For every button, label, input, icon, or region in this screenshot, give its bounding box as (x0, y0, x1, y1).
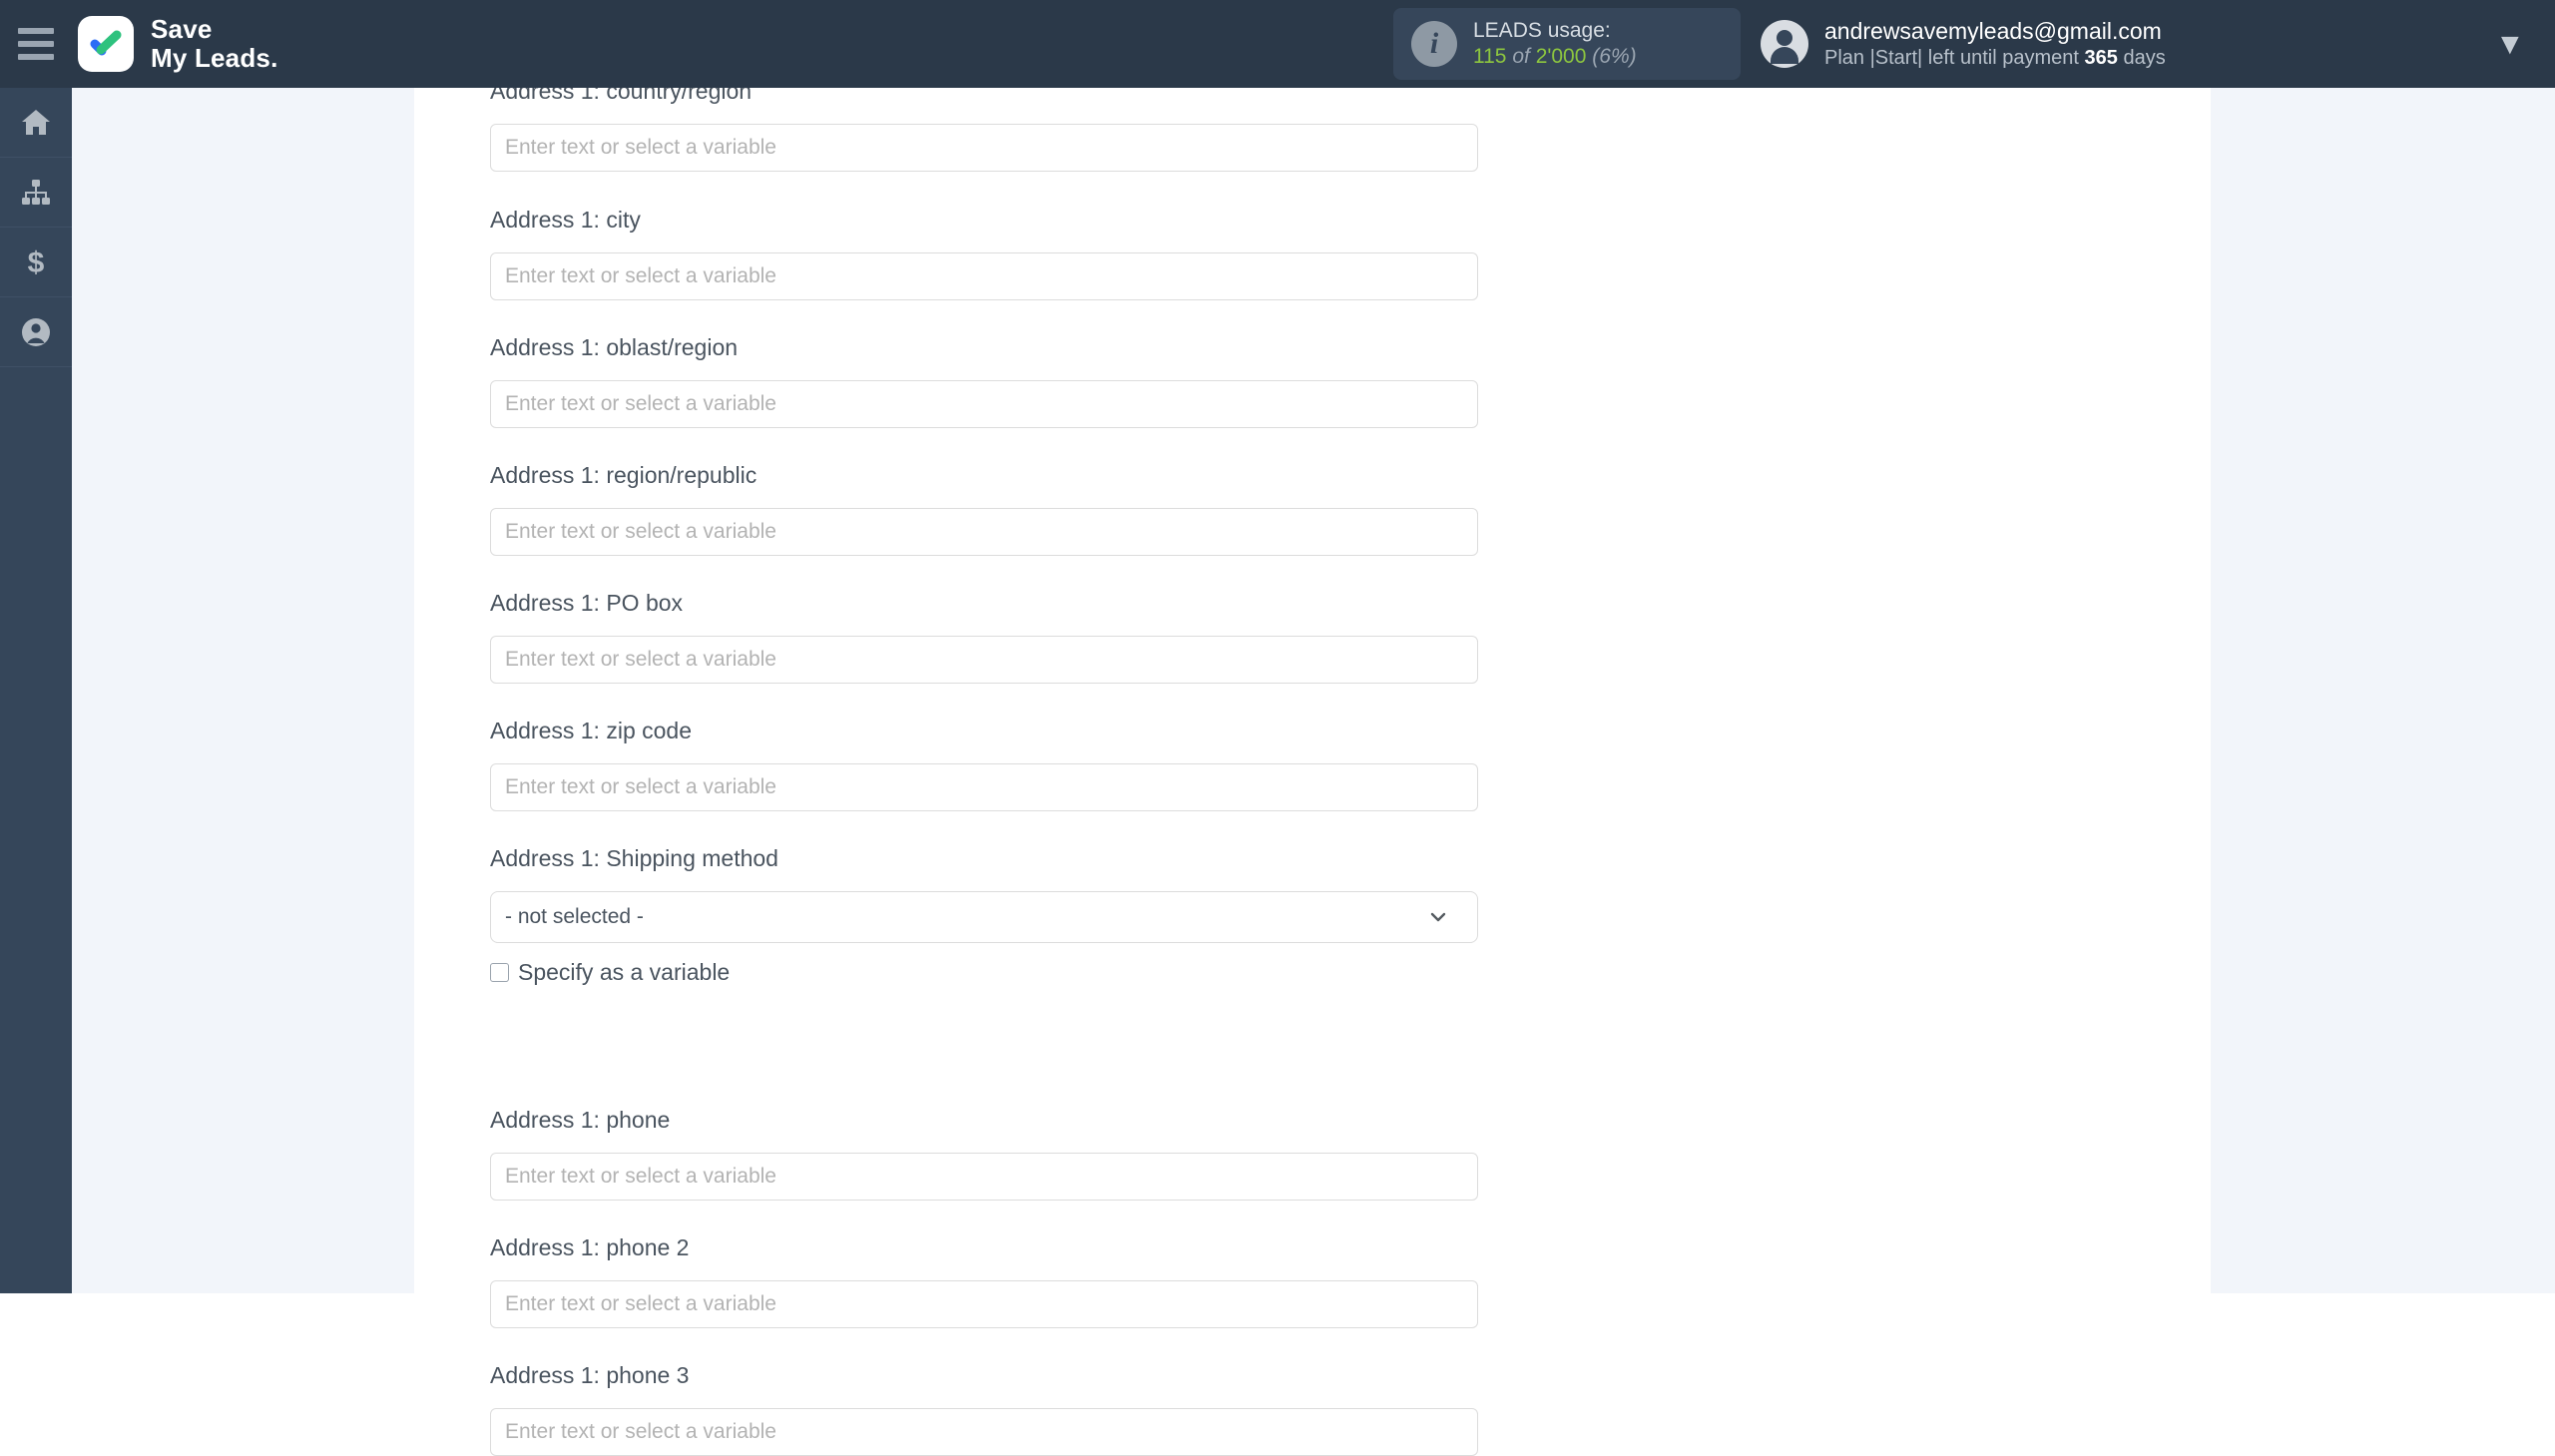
field-address1-po-box: Address 1: PO box Enter text or select a… (490, 592, 1478, 684)
input-placeholder: Enter text or select a variable (505, 1165, 776, 1188)
input-placeholder: Enter text or select a variable (505, 1420, 776, 1443)
user-avatar-icon (1761, 20, 1808, 68)
left-sidebar: $ (0, 88, 72, 1293)
input-address1-zip-code[interactable]: Enter text or select a variable (490, 763, 1478, 811)
field-address1-phone-3: Address 1: phone 3 Enter text or select … (490, 1364, 1478, 1456)
checkmark-logo-icon (78, 16, 134, 72)
input-address1-city[interactable]: Enter text or select a variable (490, 252, 1478, 300)
input-placeholder: Enter text or select a variable (505, 1292, 776, 1315)
account-menu[interactable]: andrewsavemyleads@gmail.com Plan |Start|… (1761, 8, 2166, 80)
account-text: andrewsavemyleads@gmail.com Plan |Start|… (1824, 17, 2166, 71)
field-label: Address 1: oblast/region (490, 334, 739, 360)
field-label: Address 1: city (490, 207, 641, 233)
plan-days: 365 (2084, 46, 2118, 69)
select-value: - not selected - (505, 905, 644, 928)
input-address1-po-box[interactable]: Enter text or select a variable (490, 636, 1478, 684)
usage-of: of (1512, 45, 1530, 68)
sidebar-item-connections[interactable] (0, 158, 72, 228)
content-card: Address 1: country/region Enter text or … (414, 80, 2211, 1456)
brand-line-1: Save (151, 13, 213, 44)
sidebar-item-account[interactable] (0, 297, 72, 367)
input-placeholder: Enter text or select a variable (505, 392, 776, 415)
input-address1-region-republic[interactable]: Enter text or select a variable (490, 508, 1478, 556)
input-placeholder: Enter text or select a variable (505, 775, 776, 798)
hamburger-bar (18, 28, 54, 34)
field-address1-shipping-method: Address 1: Shipping method - not selecte… (490, 847, 1478, 986)
svg-text:$: $ (28, 246, 45, 278)
plan-suffix: days (2123, 46, 2166, 69)
specify-as-variable-checkbox[interactable] (490, 963, 509, 982)
usage-total: 2'000 (1535, 45, 1587, 68)
field-address1-zip-code: Address 1: zip code Enter text or select… (490, 720, 1478, 811)
usage-title: LEADS usage: (1473, 18, 1611, 42)
field-address1-phone-2: Address 1: phone 2 Enter text or select … (490, 1236, 1478, 1328)
usage-text: LEADS usage: 115 of 2'000 (6%) (1473, 18, 1637, 71)
input-placeholder: Enter text or select a variable (505, 264, 776, 287)
hamburger-icon[interactable] (18, 28, 64, 60)
account-email: andrewsavemyleads@gmail.com (1824, 18, 2162, 45)
field-label: Address 1: phone (490, 1107, 671, 1133)
input-address1-country-region[interactable]: Enter text or select a variable (490, 124, 1478, 172)
input-placeholder: Enter text or select a variable (505, 520, 776, 543)
info-icon: i (1411, 21, 1457, 67)
field-address1-oblast-region: Address 1: oblast/region Enter text or s… (490, 336, 1478, 428)
sidebar-item-billing[interactable]: $ (0, 228, 72, 297)
field-label: Address 1: PO box (490, 590, 684, 616)
input-address1-phone[interactable]: Enter text or select a variable (490, 1153, 1478, 1201)
input-placeholder: Enter text or select a variable (505, 648, 776, 671)
field-address1-city: Address 1: city Enter text or select a v… (490, 209, 1478, 300)
input-address1-oblast-region[interactable]: Enter text or select a variable (490, 380, 1478, 428)
field-address1-region-republic: Address 1: region/republic Enter text or… (490, 464, 1478, 556)
specify-as-variable-row[interactable]: Specify as a variable (490, 959, 1478, 986)
brand-text: Save My Leads. (151, 13, 278, 73)
usage-used: 115 (1473, 45, 1507, 68)
plan-prefix: Plan |Start| left until payment (1824, 46, 2079, 69)
home-icon (21, 109, 51, 137)
brand[interactable]: Save My Leads. (78, 13, 278, 73)
select-address1-shipping-method[interactable]: - not selected - (490, 891, 1478, 943)
field-address1-phone: Address 1: phone Enter text or select a … (490, 1109, 1478, 1201)
dollar-icon: $ (24, 246, 48, 278)
field-label: Address 1: zip code (490, 718, 693, 743)
chevron-down-icon[interactable]: ▼ (2495, 30, 2525, 60)
usage-percent: (6%) (1592, 45, 1637, 68)
input-address1-phone-2[interactable]: Enter text or select a variable (490, 1280, 1478, 1328)
sitemap-icon (21, 179, 51, 206)
field-label: Address 1: Shipping method (490, 845, 778, 871)
chevron-down-icon (1427, 906, 1449, 928)
input-placeholder: Enter text or select a variable (505, 136, 776, 159)
field-label: Address 1: region/republic (490, 462, 758, 488)
usage-numbers: 115 of 2'000 (6%) (1473, 44, 1637, 70)
specify-as-variable-label: Specify as a variable (518, 959, 731, 985)
leads-usage-pill[interactable]: i LEADS usage: 115 of 2'000 (6%) (1393, 8, 1741, 80)
field-address1-country-region: Address 1: country/region Enter text or … (490, 80, 1478, 172)
field-label: Address 1: phone 3 (490, 1362, 690, 1388)
brand-line-2: My Leads. (151, 43, 278, 73)
top-bar: Save My Leads. i LEADS usage: 115 of 2'0… (0, 0, 2555, 88)
field-label: Address 1: phone 2 (490, 1234, 690, 1260)
hamburger-bar (18, 54, 54, 60)
hamburger-bar (18, 41, 54, 47)
account-plan: Plan |Start| left until payment 365 days (1824, 46, 2166, 71)
user-circle-icon (21, 317, 51, 347)
sidebar-item-home[interactable] (0, 88, 72, 158)
input-address1-phone-3[interactable]: Enter text or select a variable (490, 1408, 1478, 1456)
